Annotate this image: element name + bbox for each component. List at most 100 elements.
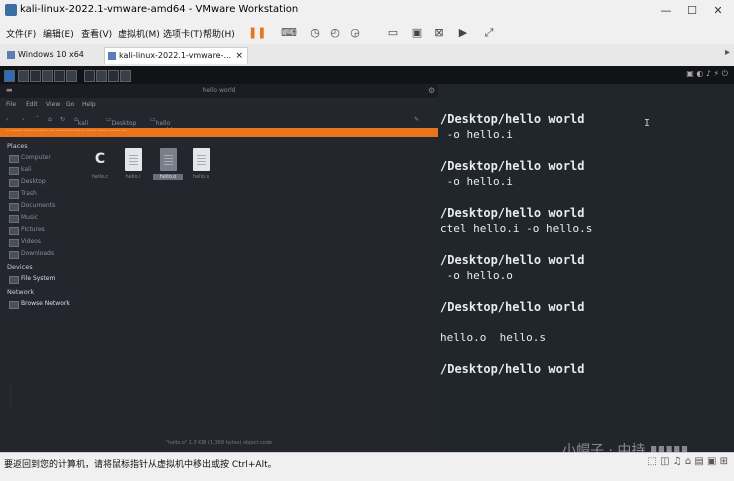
up-icon[interactable]: ˆ — [36, 116, 39, 123]
fm-menu-go[interactable]: Go — [66, 101, 74, 108]
stretch-icon[interactable]: ⤢ — [480, 25, 498, 41]
path-label: Desktop — [111, 120, 137, 127]
folder-icon — [9, 203, 19, 211]
terminal-output: hello.o hello.s — [440, 331, 546, 344]
menu-bar: 文件(F) 编辑(E) 查看(V) 虚拟机(M) 选项卡(T) 帮助(H) ❚❚… — [0, 22, 734, 44]
status-message: 要返回到您的计算机，请将鼠标指针从虚拟机中移出或按 Ctrl+Alt。 — [4, 460, 277, 470]
reload-icon[interactable]: ↻ — [60, 116, 65, 123]
window-title: kali-linux-2022.1-vmware-amd64 - VMware … — [20, 4, 299, 15]
sidebar-item-label: Documents — [21, 202, 56, 209]
terminal-window[interactable]: ⚙ /Desktop/hello world -o hello.i /Deskt… — [428, 84, 734, 452]
kali-menu-icon[interactable] — [4, 70, 15, 82]
sidebar-item-music[interactable]: Music — [9, 214, 39, 223]
tab-scroll-icon[interactable]: ▸ — [725, 47, 730, 58]
sidebar-scroll-indicator: ⋮ ⋮ ⋮ — [8, 384, 14, 407]
menu-file[interactable]: 文件(F) — [6, 27, 36, 40]
sidebar-item-browse-network[interactable]: Browse Network — [9, 300, 70, 309]
fm-location-bar[interactable]: ╌ ╌╌╌╌ ╌╌╌ ╌╌╌╌ ╌╌ ╌╌╌╌╌ ╌╌╌╌ ╌╌╌ ╌╌╌ ╌╌… — [0, 128, 438, 137]
text-file-icon — [124, 148, 142, 171]
vm-status-bar: 要返回到您的计算机，请将鼠标指针从虚拟机中移出或按 Ctrl+Alt。 ⬚ ◫ … — [0, 452, 734, 481]
sidebar-item-label: File System — [21, 275, 56, 282]
unity-icon[interactable]: ▣ — [408, 25, 426, 41]
gear-icon[interactable]: ⚙ — [428, 86, 435, 95]
home-icon[interactable]: ⌂ — [48, 116, 52, 123]
home-folder-icon — [9, 167, 19, 175]
path-label: kali — [77, 120, 89, 127]
computer-icon — [9, 155, 19, 163]
folder-icon — [9, 239, 19, 247]
text-file-icon — [192, 148, 210, 171]
file-item-hello-s[interactable]: hello.s — [186, 148, 216, 180]
fm-menu-edit[interactable]: Edit — [26, 101, 38, 108]
sidebar-item-desktop[interactable]: Desktop — [9, 178, 46, 187]
vm-icon — [108, 52, 116, 60]
snapshot-revert-icon[interactable]: ◴ — [326, 25, 344, 41]
fm-file-grid: C hello.c hello.i hello.o hello.s — [90, 142, 438, 442]
menu-help[interactable]: 帮助(H) — [203, 27, 235, 40]
workspace-icon[interactable] — [96, 70, 107, 82]
tab-label: Windows 10 x64 — [18, 50, 84, 59]
sidebar-item-downloads[interactable]: Downloads — [9, 250, 54, 259]
sidebar-item-documents[interactable]: Documents — [9, 202, 56, 211]
menu-view[interactable]: 查看(V) — [81, 27, 112, 40]
close-button[interactable]: ✕ — [708, 2, 728, 19]
file-item-hello-o[interactable]: hello.o — [153, 148, 183, 180]
folder-icon — [9, 215, 19, 223]
fullscreen-icon[interactable]: ▭ — [384, 25, 402, 41]
forward-icon[interactable]: › — [22, 116, 24, 123]
panel-launcher-icon[interactable] — [42, 70, 53, 82]
terminal-output: -o hello.o — [440, 269, 513, 282]
sidebar-item-label: Trash — [21, 190, 37, 197]
panel-tray-icons: ▣ ◐ ♪ ⚡ ⏻ — [686, 69, 728, 78]
panel-launcher-icon[interactable] — [66, 70, 77, 82]
edit-path-icon[interactable]: ✎ — [414, 116, 419, 123]
workspace-icon[interactable] — [84, 70, 95, 82]
fm-menu-help[interactable]: Help — [82, 101, 96, 108]
snapshot-icon[interactable]: ◷ — [306, 25, 324, 41]
menu-tabs[interactable]: 选项卡(T) — [163, 27, 203, 40]
sidebar-item-videos[interactable]: Videos — [9, 238, 41, 247]
tab-windows-10[interactable]: Windows 10 x64 — [4, 47, 102, 63]
sidebar-item-kali[interactable]: kali — [9, 166, 32, 175]
path-button-kali[interactable]: ⌂ kali — [74, 116, 88, 127]
tab-kali-linux[interactable]: kali-linux-2022.1-vmware-... × — [104, 47, 248, 64]
fm-toolbar: ‹ › ˆ ⌂ ↻ ⌂ kali ▭ Desktop ▭ hello world… — [0, 112, 438, 134]
workspace-icon[interactable] — [120, 70, 131, 82]
sidebar-item-trash[interactable]: Trash — [9, 190, 37, 199]
sidebar-item-label: Music — [21, 214, 39, 221]
text-cursor: I — [644, 118, 651, 129]
file-item-hello-i[interactable]: hello.i — [118, 148, 148, 180]
workspace-icon[interactable] — [108, 70, 119, 82]
folder-icon — [9, 227, 19, 235]
sidebar-item-label: Computer — [21, 154, 51, 161]
sidebar-item-label: Pictures — [21, 226, 45, 233]
terminal-prompt: /Desktop/hello world — [440, 362, 585, 376]
minimize-button[interactable]: — — [656, 2, 676, 19]
send-keys-icon[interactable]: ⌨ — [280, 25, 298, 41]
device-status-icons[interactable]: ⬚ ◫ ♫ ⌂ ▤ ▣ ⊞ — [647, 456, 728, 467]
menu-vm[interactable]: 虚拟机(M) — [118, 27, 160, 40]
console-icon[interactable]: ⊠ — [430, 25, 448, 41]
fm-menu-file[interactable]: File — [6, 101, 16, 108]
pause-icon[interactable]: ❚❚ — [248, 25, 266, 41]
terminal-view-icon[interactable]: ▶ — [454, 25, 472, 41]
path-button-desktop[interactable]: ▭ Desktop — [106, 116, 136, 127]
path-button-hello-world[interactable]: ▭ hello world — [150, 116, 172, 134]
panel-launcher-icon[interactable] — [30, 70, 41, 82]
panel-launcher-icon[interactable] — [54, 70, 65, 82]
sidebar-item-file-system[interactable]: File System — [9, 275, 56, 284]
kali-top-panel: ▣ ◐ ♪ ⚡ ⏻ — [0, 66, 734, 84]
maximize-button[interactable]: ☐ — [682, 2, 702, 19]
fm-menu-view[interactable]: View — [46, 101, 60, 108]
sidebar-item-pictures[interactable]: Pictures — [9, 226, 45, 235]
menu-edit[interactable]: 编辑(E) — [43, 27, 74, 40]
folder-icon — [9, 251, 19, 259]
panel-launcher-icon[interactable] — [18, 70, 29, 82]
snapshot-manager-icon[interactable]: ◶ — [346, 25, 364, 41]
terminal-prompt: /Desktop/hello world — [440, 112, 585, 126]
file-item-hello-c[interactable]: C hello.c — [85, 148, 115, 180]
sidebar-item-label: kali — [21, 166, 32, 173]
back-icon[interactable]: ‹ — [6, 116, 8, 123]
tab-close-button[interactable]: × — [235, 48, 243, 64]
sidebar-item-computer[interactable]: Computer — [9, 154, 51, 163]
